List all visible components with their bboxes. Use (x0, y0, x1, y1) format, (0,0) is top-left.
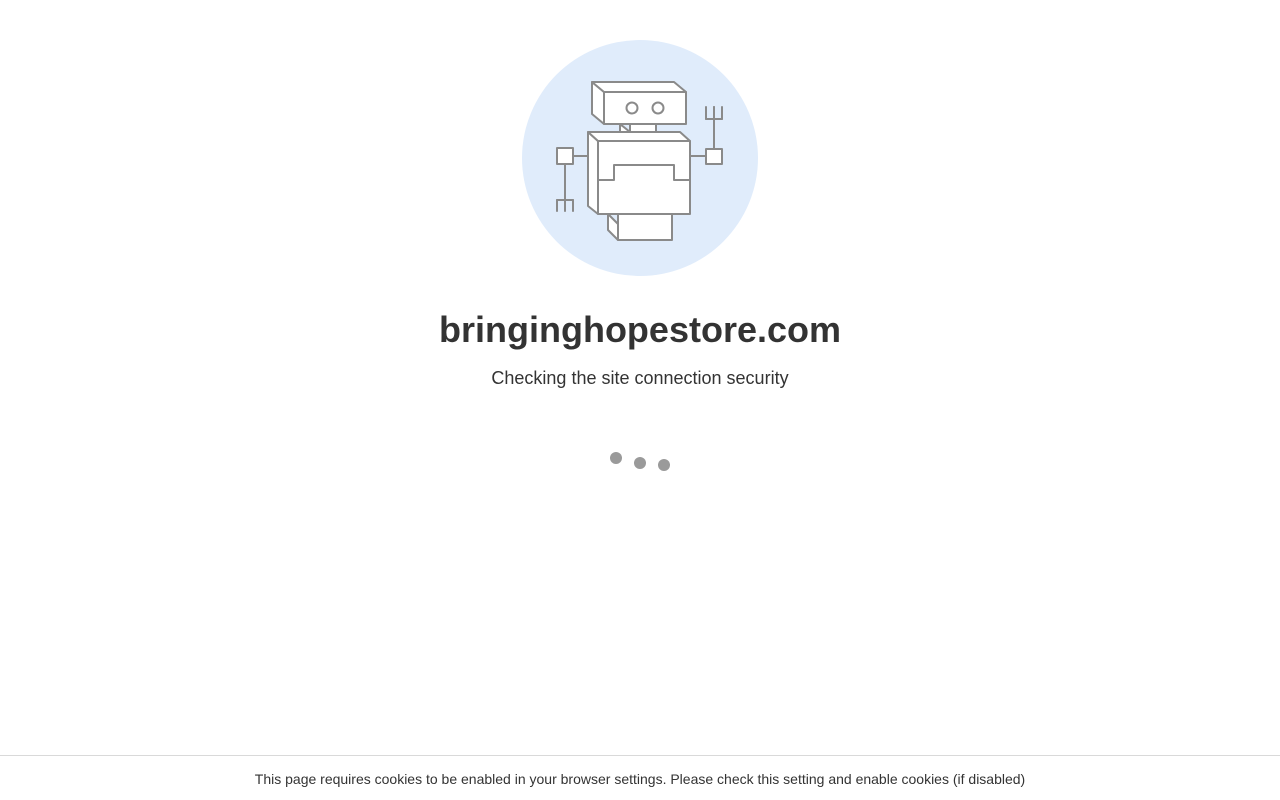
security-check-page: bringinghopestore.com Checking the site … (0, 0, 1280, 800)
loading-dot (610, 452, 622, 464)
cookie-notice-footer: This page requires cookies to be enabled… (0, 755, 1280, 800)
loading-dot (634, 457, 646, 469)
loading-dots-icon (604, 450, 676, 474)
site-domain-heading: bringinghopestore.com (438, 309, 841, 350)
cookie-notice-text: This page requires cookies to be enabled… (254, 771, 1026, 787)
connection-status-text: Checking the site connection security (491, 368, 789, 388)
robot-icon (522, 40, 758, 276)
loading-dot (658, 459, 670, 471)
robot-illustration (522, 40, 758, 276)
